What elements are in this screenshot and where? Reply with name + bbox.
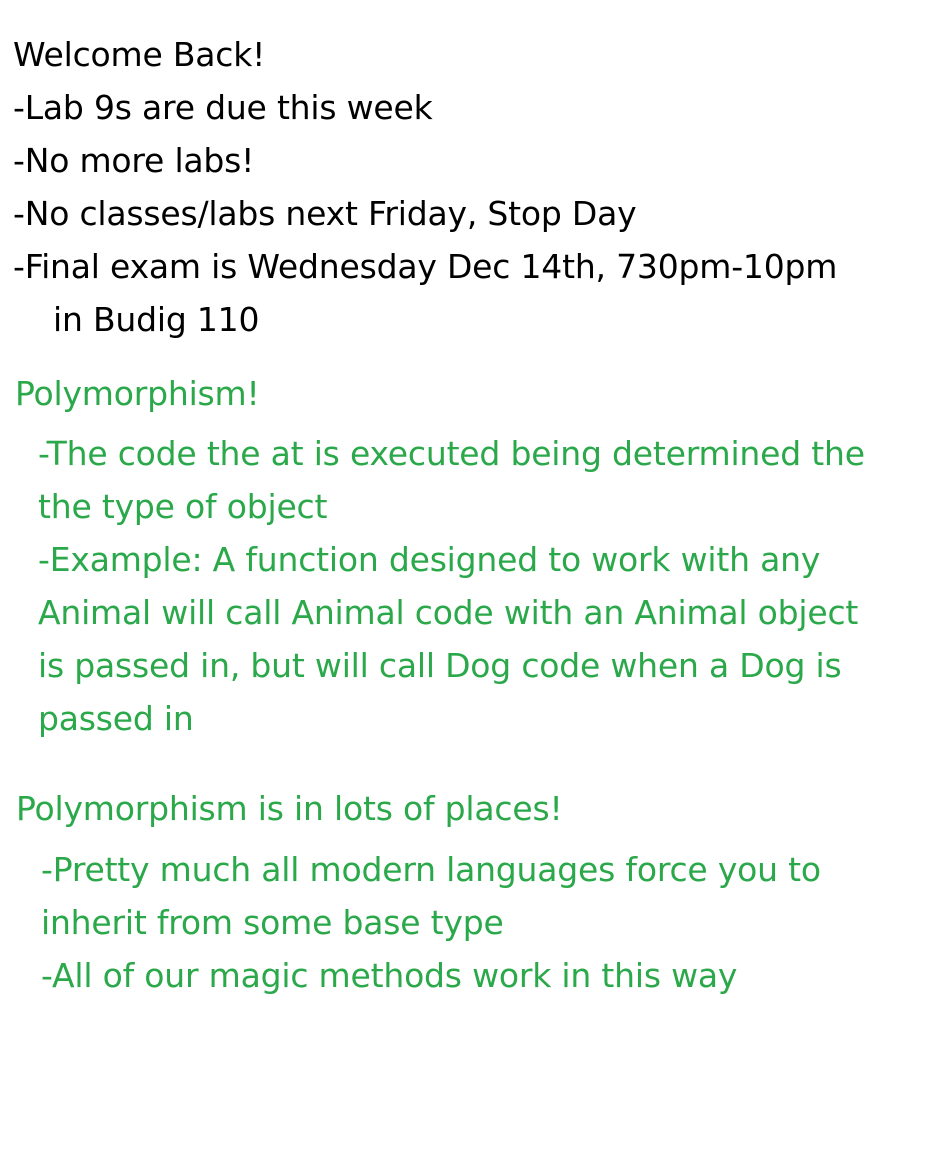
places-heading: Polymorphism is in lots of places! [16,789,563,828]
places-line: -All of our magic methods work in this w… [41,956,738,995]
announcement-stop-day: -No classes/labs next Friday, Stop Day [13,194,637,233]
announcement-lab-due: -Lab 9s are due this week [13,88,433,127]
polymorphism-line: Animal will call Animal code with an Ani… [38,593,859,632]
polymorphism-heading: Polymorphism! [15,374,260,413]
welcome-heading: Welcome Back! [13,35,266,74]
polymorphism-line: passed in [38,699,194,738]
polymorphism-line: -Example: A function designed to work wi… [38,540,821,579]
announcement-final-location: in Budig 110 [53,300,260,339]
polymorphism-line: -The code the at is executed being deter… [38,434,865,473]
polymorphism-line: is passed in, but will call Dog code whe… [38,646,842,685]
polymorphism-line: the type of object [38,487,328,526]
places-line: inherit from some base type [41,903,504,942]
announcement-final-exam: -Final exam is Wednesday Dec 14th, 730pm… [13,247,838,286]
places-line: -Pretty much all modern languages force … [41,850,821,889]
announcement-no-labs: -No more labs! [13,141,255,180]
